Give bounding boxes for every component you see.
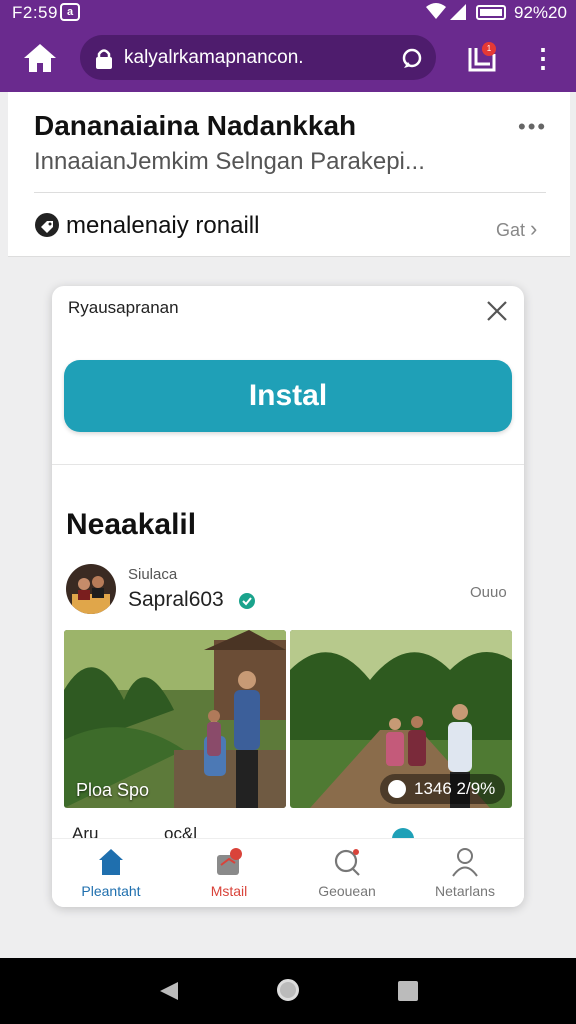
nav-label: Netarlans [435, 883, 495, 899]
status-bar: F2:59 a 92%20 [0, 0, 576, 26]
get-label: Gat [496, 220, 526, 240]
install-button[interactable]: Instal [64, 360, 512, 432]
bottom-nav: Pleantaht Mstail Geouean Netarlans [52, 838, 524, 907]
install-dialog: Ryausapranan Instal Neaakalil Siulaca Sa… [52, 286, 524, 907]
tabs-button[interactable]: 1 [464, 40, 500, 76]
nav-item-home[interactable]: Pleantaht [52, 847, 170, 903]
nav-label: Geouean [318, 883, 376, 899]
photo-card[interactable]: Ploa Spo [64, 630, 286, 808]
account-meta: Ouuo [470, 584, 507, 601]
account-label: Siulaca [128, 566, 178, 583]
avatar[interactable] [66, 564, 116, 614]
search-icon [334, 849, 360, 876]
divider [52, 464, 524, 465]
wifi-icon [426, 3, 446, 19]
nav-label: Mstail [210, 883, 248, 899]
home-icon[interactable] [20, 40, 60, 76]
page-link[interactable]: menalenaiy ronaill [66, 212, 259, 240]
tabs-badge: 1 [482, 42, 496, 56]
home-icon [99, 849, 123, 875]
get-link[interactable]: Gat › [496, 216, 537, 242]
avatar-image [66, 564, 116, 614]
profile-icon [452, 848, 478, 877]
page-subtitle: InnaaianJemkim Selngan Parakepi... [34, 148, 425, 175]
section-title: Neaakalil [66, 508, 197, 541]
photo-counter: 1346 2/9% [380, 774, 506, 804]
photo-counter-icon [388, 780, 406, 798]
signal-icon [450, 4, 466, 20]
photo-counter-text: 1346 2/9% [414, 779, 496, 798]
nav-label: Pleantaht [81, 883, 141, 899]
nav-item-search[interactable]: Geouean [288, 847, 406, 903]
nav-item-mail[interactable]: Mstail [170, 847, 288, 903]
nav-item-profile[interactable]: Netarlans [406, 847, 524, 903]
system-navigation-bar [0, 958, 576, 1024]
photo-caption: Ploa Spo [76, 780, 150, 800]
battery-icon [476, 5, 506, 20]
status-time: F2:59 [12, 3, 58, 22]
page-header-card: Dananaiaina Nadankkah ••• InnaaianJemkim… [8, 92, 570, 257]
page-title: Dananaiaina Nadankkah [34, 110, 357, 141]
back-icon[interactable] [158, 980, 180, 1002]
divider [34, 192, 546, 193]
chevron-right-icon: › [530, 216, 538, 241]
home-circle-icon[interactable] [277, 979, 299, 1001]
verified-icon [239, 593, 255, 609]
url-bar[interactable]: kalyalrkamapnancon. [80, 35, 436, 80]
status-battery-text: 92%20 [514, 3, 567, 22]
photo-card[interactable]: 1346 2/9% [290, 630, 512, 808]
account-name[interactable]: Sapral603 [128, 588, 224, 612]
browser-toolbar: F2:59 a 92%20 kalyalrkamapnancon. 1 ⋮ [0, 0, 576, 92]
mail-icon [217, 848, 242, 875]
close-icon[interactable] [484, 298, 510, 324]
more-menu-button[interactable]: ⋮ [530, 40, 556, 76]
lock-icon [96, 49, 112, 69]
url-text: kalyalrkamapnancon. [124, 47, 304, 68]
dialog-title: Ryausapranan [68, 298, 179, 317]
refresh-icon[interactable] [400, 46, 424, 70]
page-more-icon[interactable]: ••• [518, 114, 547, 140]
tag-icon [35, 213, 59, 237]
recents-icon[interactable] [398, 981, 418, 1001]
notification-icon: a [60, 3, 80, 21]
